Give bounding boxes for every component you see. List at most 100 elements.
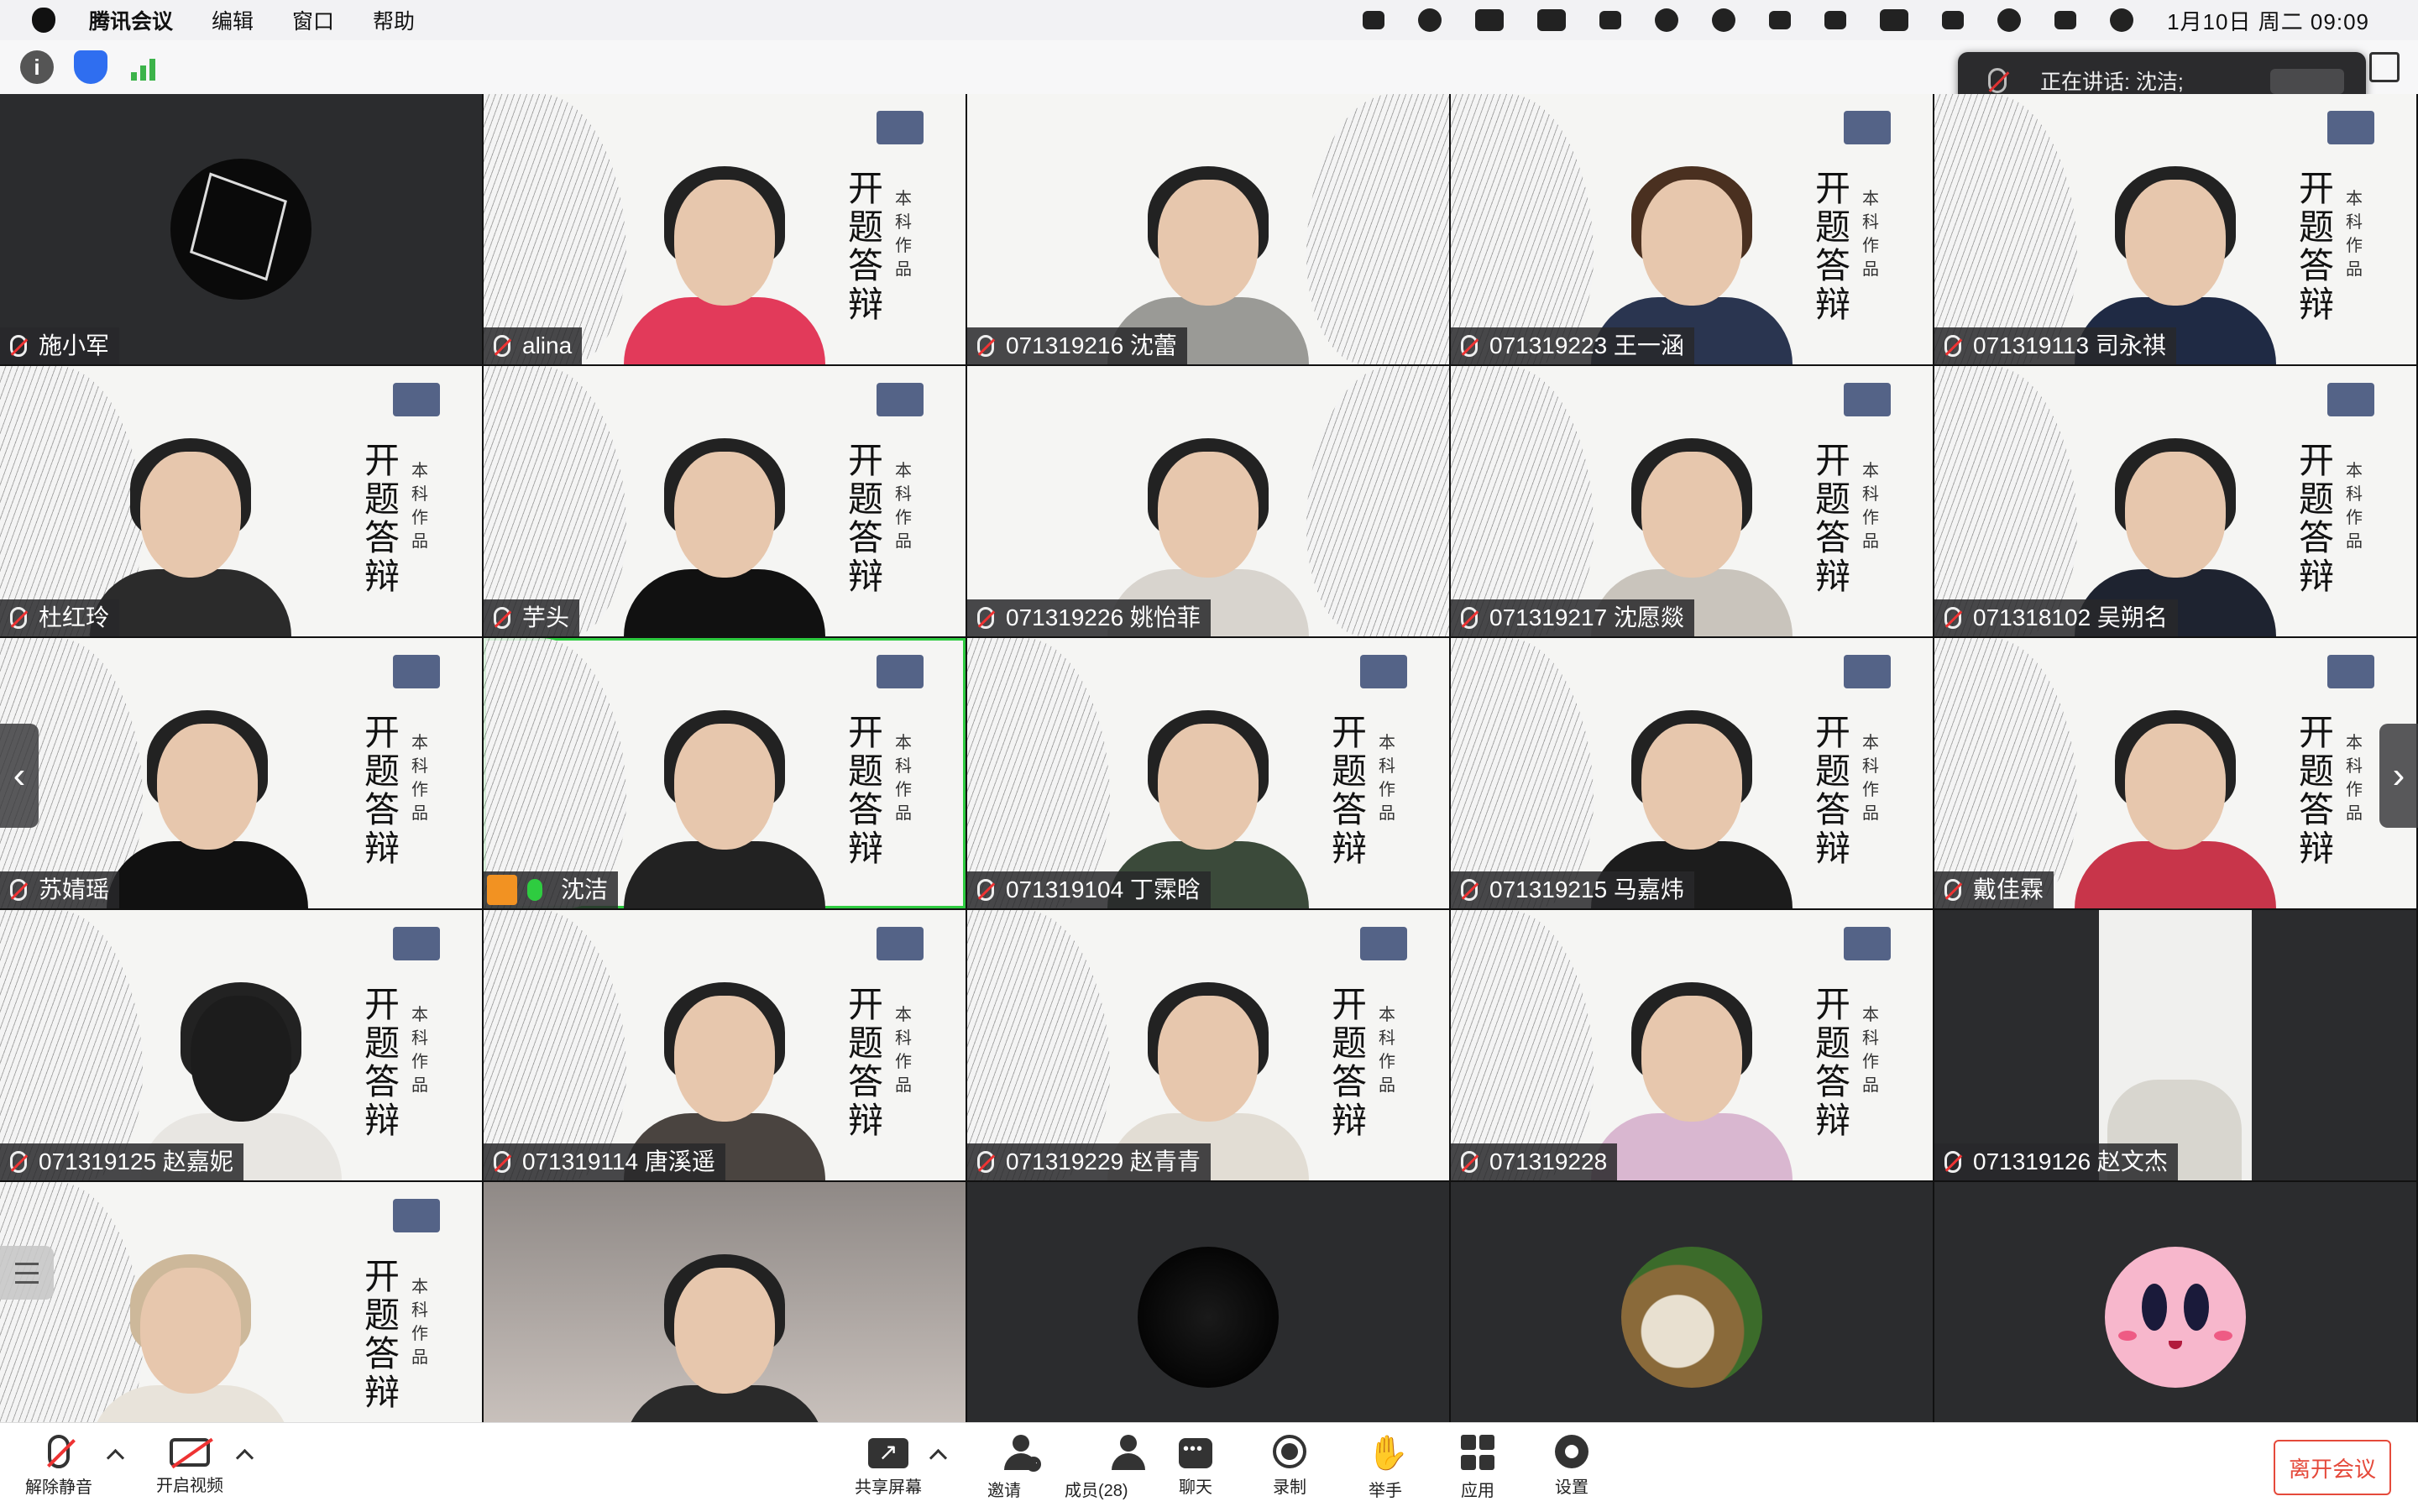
menu-app-name[interactable]: 腾讯会议 [89, 5, 173, 35]
poster-title: 开题答辩 [2299, 168, 2335, 325]
participant-tile[interactable]: 开题答辩 本科作品 071319229 赵青青 [967, 910, 1449, 1180]
participant-tile[interactable]: 开题答辩 本科作品 071319215 马嘉炜 [1451, 638, 1933, 908]
participant-video [90, 426, 291, 636]
start-video-button[interactable]: 开启视频 [156, 1435, 223, 1496]
cloud-sync-icon[interactable] [1418, 8, 1442, 32]
bluetooth-icon[interactable] [1824, 11, 1847, 29]
participant-tile[interactable] [484, 1182, 966, 1422]
mic-muted-icon [1944, 335, 1961, 357]
poster-title: 开题答辩 [848, 440, 884, 597]
participant-tile-active-speaker[interactable]: 开题答辩 本科作品 沈洁 [484, 638, 966, 908]
background-poster: 开题答辩 本科作品 [364, 655, 448, 890]
info-icon[interactable]: i [20, 50, 54, 84]
next-page-button[interactable]: › [2379, 724, 2418, 828]
wechat-icon[interactable] [1475, 9, 1505, 31]
chat-label: 聊天 [1179, 1478, 1212, 1497]
virtual-background [1306, 366, 1449, 636]
participant-name: 071319229 赵青青 [1006, 1148, 1201, 1175]
invite-button[interactable]: + 邀请 [987, 1435, 1043, 1501]
participant-name: 071319125 赵嘉妮 [39, 1148, 233, 1175]
participant-tile[interactable] [967, 1182, 1449, 1422]
emoji-icon[interactable] [1655, 8, 1679, 32]
mic-off-icon [48, 1435, 70, 1468]
menubar-clock[interactable]: 1月10日 周二 09:09 [2167, 5, 2369, 36]
menu-window[interactable]: 窗口 [292, 5, 334, 35]
avatar [1138, 1247, 1279, 1388]
participant-nametag: 沈洁 [484, 871, 619, 908]
settings-button[interactable]: 设置 [1555, 1435, 1588, 1498]
battery-icon[interactable] [1880, 9, 1909, 31]
poster-title: 开题答辩 [364, 1256, 400, 1413]
participant-nametag: 071318102 吴朔名 [1934, 599, 2178, 636]
share-screen-label: 共享屏幕 [855, 1478, 922, 1497]
participant-tile[interactable]: 071319126 赵文杰 [1934, 910, 2416, 1180]
share-screen-button[interactable]: 共享屏幕 [855, 1435, 922, 1498]
participant-tile[interactable]: 071319216 沈蕾 [967, 94, 1449, 364]
mic-muted-icon [1461, 607, 1478, 629]
app-status-icon[interactable] [1363, 11, 1385, 29]
apple-menu-icon[interactable] [32, 8, 55, 33]
participant-tile[interactable]: 开题答辩 本科作品 071319125 赵嘉妮 [0, 910, 482, 1180]
wifi-icon[interactable] [1942, 11, 1965, 29]
prev-page-button[interactable]: ‹ [0, 724, 39, 828]
signal-strength-icon[interactable] [128, 50, 161, 84]
participant-tile[interactable]: 071319226 姚怡菲 [967, 366, 1449, 636]
raise-hand-button[interactable]: ✋ 举手 [1367, 1435, 1409, 1501]
participant-list-toggle-icon[interactable] [0, 1246, 54, 1300]
unmute-button[interactable]: 解除静音 [25, 1435, 92, 1498]
participant-tile[interactable]: 开题答辩 本科作品 071318102 吴朔名 [1934, 366, 2416, 636]
control-center-icon[interactable] [2054, 11, 2077, 29]
background-poster: 开题答辩 本科作品 [1332, 927, 1416, 1162]
security-shield-icon[interactable] [74, 50, 107, 84]
participant-tile[interactable]: 开题答辩 本科作品 [0, 1182, 482, 1422]
participant-name: 071319114 唐溪遥 [522, 1148, 715, 1175]
participant-tile[interactable]: 开题答辩 本科作品 戴佳霖 [1934, 638, 2416, 908]
background-poster: 开题答辩 本科作品 [848, 655, 932, 890]
input-method-icon[interactable] [1769, 11, 1792, 29]
leave-meeting-button[interactable]: 离开会议 [2274, 1440, 2391, 1495]
mic-muted-icon [977, 335, 994, 357]
virtual-background [484, 94, 626, 364]
participant-tile[interactable]: 开题答辩 本科作品 071319113 司永祺 [1934, 94, 2416, 364]
participant-name: 071319113 司永祺 [1973, 332, 2166, 358]
virtual-background [967, 638, 1110, 908]
members-label: 成员(28) [1065, 1482, 1128, 1500]
raise-hand-label: 举手 [1369, 1482, 1402, 1500]
participant-tile[interactable]: 开题答辩 本科作品 芋头 [484, 366, 966, 636]
siri-icon[interactable] [2110, 8, 2134, 32]
participant-tile[interactable]: 开题答辩 本科作品 071319104 丁霂晗 [967, 638, 1449, 908]
record-button[interactable]: 录制 [1273, 1435, 1306, 1498]
menu-edit[interactable]: 编辑 [212, 5, 254, 35]
participant-tile[interactable]: 开题答辩 本科作品 杜红玲 [0, 366, 482, 636]
menu-help[interactable]: 帮助 [373, 5, 415, 35]
volume-icon[interactable] [1599, 11, 1622, 29]
share-options-chevron-icon[interactable] [929, 1448, 948, 1468]
poster-subtitle: 本科作品 [1862, 460, 1879, 551]
participant-tile[interactable] [1451, 1182, 1933, 1422]
play-icon[interactable] [1712, 8, 1736, 32]
participant-tile[interactable]: 开题答辩 本科作品 苏婧瑶 [0, 638, 482, 908]
virtual-background [1451, 910, 1594, 1180]
camera-off-icon [170, 1438, 210, 1467]
participant-tile[interactable]: 开题答辩 本科作品 071319217 沈愿燚 [1451, 366, 1933, 636]
participant-tile[interactable]: 开题答辩 本科作品 071319223 王一涵 [1451, 94, 1933, 364]
audio-options-chevron-icon[interactable] [106, 1448, 125, 1468]
members-button[interactable]: 成员(28) [1065, 1435, 1145, 1501]
participant-tile[interactable]: 施小军 [0, 94, 482, 364]
spotlight-icon[interactable] [1997, 8, 2022, 32]
participant-tile[interactable]: 开题答辩 本科作品 071319114 唐溪遥 [484, 910, 966, 1180]
fullscreen-icon[interactable] [2369, 52, 2400, 82]
participant-tile[interactable]: 开题答辩 本科作品 071319228 [1451, 910, 1933, 1180]
participant-tile[interactable] [1934, 1182, 2416, 1422]
mic-active-icon [527, 879, 542, 901]
meeting-controls: 解除静音 开启视频 共享屏幕 + 邀请 成员(28) 聊天 录制 ✋ 举手 应用… [0, 1422, 2418, 1512]
chat-button[interactable]: 聊天 [1179, 1435, 1212, 1498]
participant-tile[interactable]: 开题答辩 本科作品 alina [484, 94, 966, 364]
apps-button[interactable]: 应用 [1461, 1435, 1494, 1501]
background-poster: 开题答辩 本科作品 [1815, 111, 1899, 346]
participant-name: 071319215 马嘉炜 [1489, 876, 1684, 902]
background-poster: 开题答辩 本科作品 [1815, 655, 1899, 890]
participant-nametag: 071319104 丁霂晗 [967, 871, 1211, 908]
input-bar-icon[interactable] [1537, 9, 1567, 31]
video-options-chevron-icon[interactable] [235, 1448, 254, 1468]
